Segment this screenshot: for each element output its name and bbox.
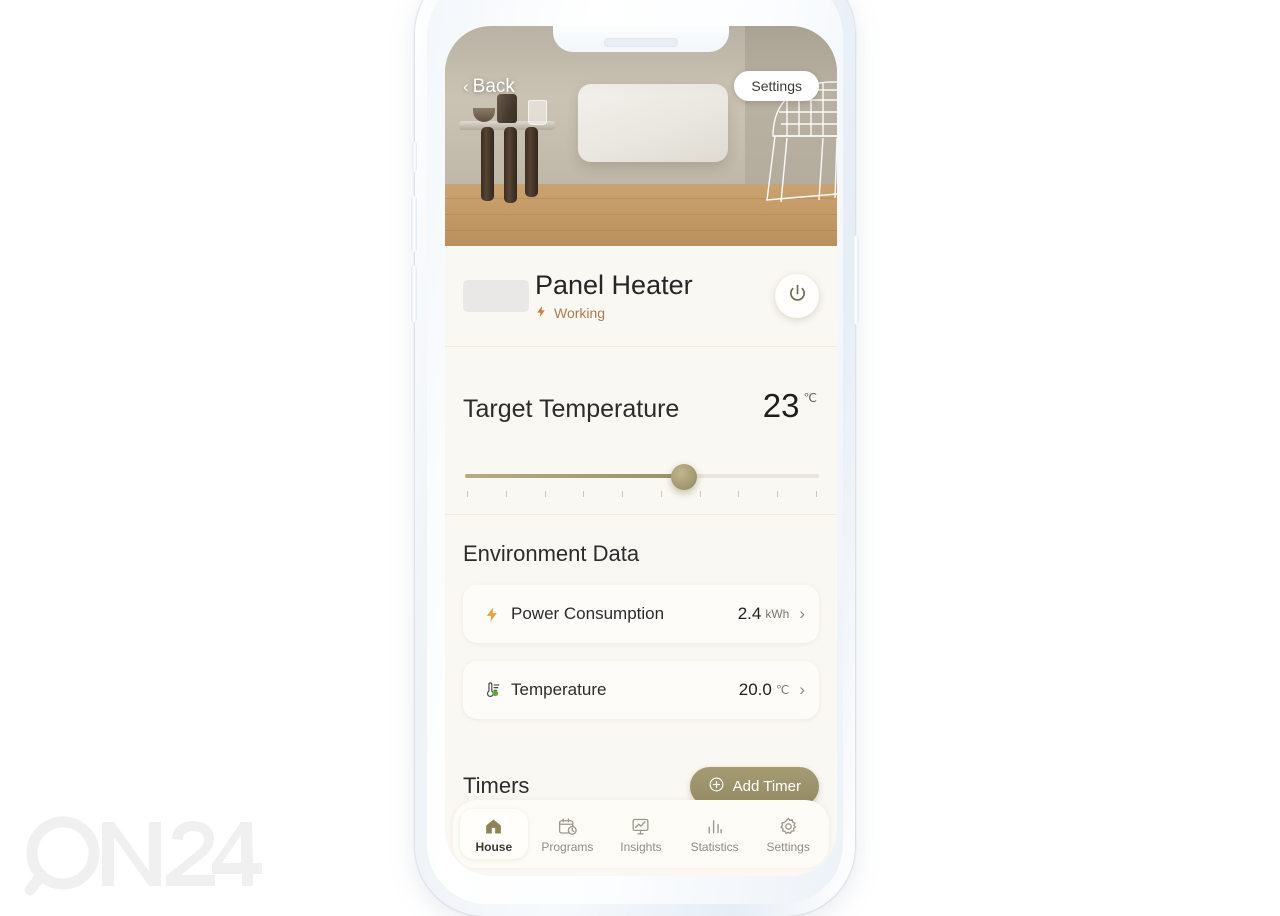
tab-label: Settings [766, 840, 810, 854]
thermometer-icon [477, 681, 507, 700]
side-table-leg [525, 127, 538, 197]
calendar-clock-icon [557, 815, 578, 837]
back-button[interactable]: ‹ Back [463, 76, 515, 98]
slider-fill [465, 474, 685, 478]
tab-label: Insights [620, 840, 662, 854]
chevron-right-icon: › [799, 604, 805, 623]
environment-row-temperature[interactable]: Temperature 20.0 ℃ › [463, 661, 819, 719]
environment-row-value: 2.4 [737, 604, 762, 623]
settings-pill-label: Settings [751, 78, 802, 94]
power-toggle-button[interactable] [775, 274, 819, 318]
side-table-leg [481, 127, 494, 201]
side-power-button[interactable] [853, 236, 859, 324]
environment-row-label: Power Consumption [511, 604, 665, 623]
device-header-row: Panel Heater Working [445, 246, 837, 347]
device-status-row: Working [535, 305, 775, 321]
target-temperature-value: 23 [762, 387, 800, 424]
hero-image: ‹ Back Settings [445, 26, 837, 246]
environment-row-value: 20.0 [738, 680, 772, 699]
device-thumbnail-placeholder [463, 280, 529, 312]
environment-data-section: Environment Data Power Consumption 2.4 k… [445, 515, 837, 748]
earpiece-speaker [604, 38, 678, 47]
bolt-icon [477, 606, 507, 623]
slider-tick-marks [467, 491, 817, 497]
target-temperature-label: Target Temperature [463, 395, 680, 423]
target-temperature-readout: 23 ℃ [763, 389, 817, 422]
screenshot-root: ‹ Back Settings Panel Heater Working Tar… [0, 0, 1280, 916]
silent-switch[interactable] [412, 142, 417, 172]
gear-icon [778, 815, 799, 837]
chevron-left-icon: ‹ [463, 77, 469, 96]
back-button-label: Back [472, 76, 515, 97]
volume-down-button[interactable] [411, 266, 417, 322]
bolt-icon [535, 305, 548, 321]
phone-screen: ‹ Back Settings Panel Heater Working Tar… [445, 26, 837, 876]
target-temperature-header: Target Temperature 23 ℃ [445, 347, 837, 424]
on24-watermark [16, 806, 266, 906]
tab-label: Programs [541, 840, 594, 854]
environment-row-unit: kWh [765, 607, 790, 621]
bottom-tab-bar: House Programs Insights Statistics Setti… [453, 800, 829, 868]
environment-row-unit: ℃ [775, 683, 790, 697]
decor-glass [528, 100, 547, 125]
decor-jug [497, 94, 517, 123]
target-temperature-slider[interactable] [465, 464, 819, 505]
device-name: Panel Heater [535, 270, 693, 301]
power-icon [787, 283, 808, 309]
tab-label: Statistics [690, 840, 739, 854]
tab-label: House [475, 840, 513, 854]
environment-row-power-consumption[interactable]: Power Consumption 2.4 kWh › [463, 585, 819, 643]
environment-data-title: Environment Data [463, 541, 640, 566]
tab-insights[interactable]: Insights [607, 809, 675, 859]
target-temperature-block: Target Temperature 23 ℃ [445, 347, 837, 515]
tab-programs[interactable]: Programs [533, 809, 601, 859]
home-icon [483, 815, 504, 837]
environment-row-label: Temperature [511, 680, 607, 699]
add-timer-label: Add Timer [732, 777, 801, 795]
tab-settings[interactable]: Settings [754, 809, 822, 859]
presentation-chart-icon [630, 815, 651, 837]
tab-statistics[interactable]: Statistics [681, 809, 749, 859]
settings-pill-button[interactable]: Settings [734, 71, 819, 101]
chevron-right-icon: › [799, 680, 805, 699]
volume-up-button[interactable] [411, 196, 417, 252]
device-status-label: Working [554, 304, 606, 321]
target-temperature-unit: ℃ [803, 391, 817, 405]
phone-device: ‹ Back Settings Panel Heater Working Tar… [410, 0, 860, 916]
bar-chart-icon [704, 815, 725, 837]
plus-circle-icon [708, 776, 725, 797]
side-table-leg [504, 127, 517, 203]
timers-title: Timers [463, 773, 530, 798]
slider-knob[interactable] [671, 464, 698, 490]
device-title-group: Panel Heater Working [535, 270, 775, 321]
tab-house[interactable]: House [459, 809, 528, 859]
